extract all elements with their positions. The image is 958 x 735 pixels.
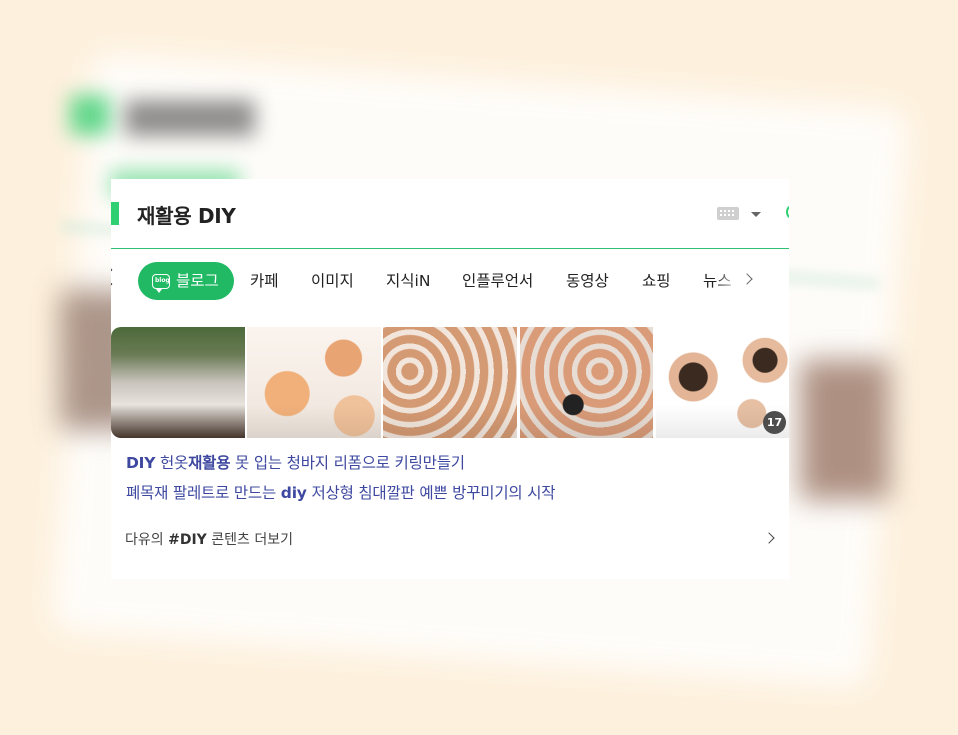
tab-blog[interactable]: blog 블로그 [138,262,234,300]
tab-images[interactable]: 이미지 [311,262,354,300]
chevron-right-icon[interactable] [741,273,753,285]
tab-knowledge-in[interactable]: 지식iN [386,262,430,300]
thumbnail-egg-carton-seedlings[interactable] [111,327,245,438]
background-logo [70,95,110,135]
more-contents-label: 다유의 #DIY 콘텐츠 더보기 [125,529,293,549]
search-query[interactable]: 재활용 DIY [137,200,236,229]
chevron-down-icon[interactable] [751,212,761,217]
more-suffix: 콘텐츠 더보기 [206,532,293,548]
link-keyword: DIY [126,454,156,472]
more-contents-row[interactable]: 다유의 #DIY 콘텐츠 더보기 [111,515,789,561]
blog-icon: blog [152,273,170,293]
link-text: 못 입는 청바지 리폼으로 키링만들기 [230,454,465,472]
link-text: 헌옷 [155,454,189,472]
more-author: 다유의 [125,532,169,548]
tab-cafe[interactable]: 카페 [250,262,279,300]
link-text: 저상형 침대깔판 예쁜 방꾸미기의 시작 [306,484,556,502]
link-keyword: 재활용 [188,454,231,472]
search-icon[interactable] [786,205,789,219]
background-photo [800,360,890,500]
chevron-right-icon[interactable] [763,532,775,544]
search-result-panel: 재활용 DIY blog 블로그 카페 이미지 지식iN 인플루언서 동영상 쇼… [111,179,789,579]
more-hashtag: #DIY [168,532,207,548]
background-title [125,100,255,136]
search-bar[interactable]: 재활용 DIY [111,179,789,249]
link-text: 폐목재 팔레트로 만드는 [126,484,281,502]
result-link-1[interactable]: DIY 헌옷재활용 못 입는 청바지 리폼으로 키링만들기 [126,451,465,473]
tabs-fade [716,259,741,303]
search-accent-marker [111,202,119,225]
keyboard-icon[interactable] [717,207,739,220]
tab-label: 블로그 [176,272,219,290]
thumbnail-cracked-egg-shells[interactable] [247,327,381,438]
image-count-badge: 17 [763,411,786,434]
result-link-2[interactable]: 폐목재 팔레트로 만드는 diy 저상형 침대깔판 예쁜 방꾸미기의 시작 [126,481,556,503]
tab-video[interactable]: 동영상 [566,262,609,300]
image-thumbnail-strip [111,327,789,438]
link-keyword: diy [280,484,307,502]
thumbnail-egg-carton-seed-packets[interactable] [383,327,517,438]
thumbnail-egg-carton-soil[interactable] [520,327,653,438]
tab-influencer[interactable]: 인플루언서 [462,262,533,300]
chevron-left-icon[interactable] [111,268,120,286]
search-tabs: blog 블로그 카페 이미지 지식iN 인플루언서 동영상 쇼핑 뉴스 [111,249,789,313]
tab-shopping[interactable]: 쇼핑 [642,262,671,300]
